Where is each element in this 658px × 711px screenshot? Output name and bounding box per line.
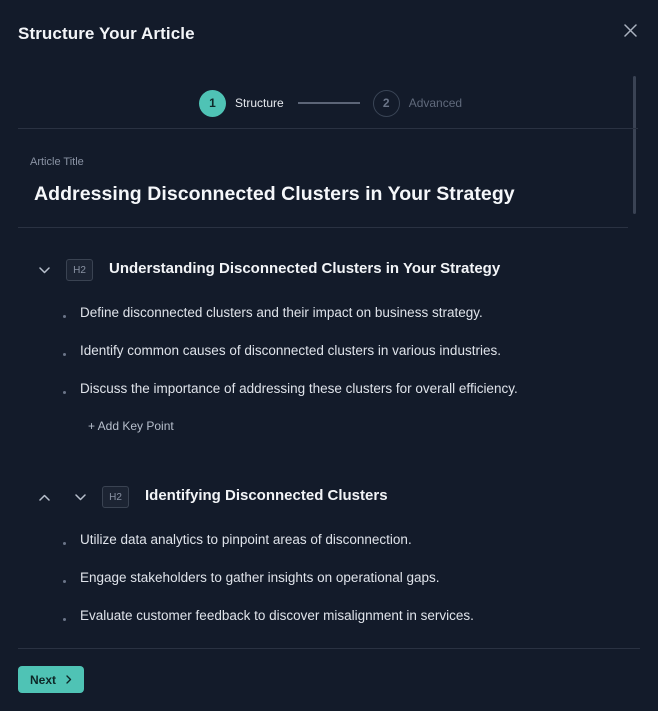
key-point[interactable]: Define disconnected clusters and their i… xyxy=(0,303,620,323)
chevron-down-icon xyxy=(38,266,50,273)
next-button-label: Next xyxy=(29,672,56,687)
section-outline-item: H2 Understanding Disconnected Clusters i… xyxy=(0,256,640,456)
bullet-icon xyxy=(63,315,66,318)
step-2-label[interactable]: Advanced xyxy=(409,96,462,110)
bullet-icon xyxy=(63,618,66,621)
collapse-section-button[interactable] xyxy=(34,260,54,280)
section-outline-item: H2 Identifying Disconnected Clusters Uti… xyxy=(0,483,640,648)
heading-level-badge[interactable]: H2 xyxy=(66,259,93,281)
key-point[interactable]: Discuss the importance of addressing the… xyxy=(0,379,620,399)
key-point-text[interactable]: Identify common causes of disconnected c… xyxy=(80,343,501,358)
key-point[interactable]: Utilize data analytics to pinpoint areas… xyxy=(0,530,620,550)
modal-header: Structure Your Article xyxy=(18,24,195,48)
divider xyxy=(18,227,628,228)
modal-title: Structure Your Article xyxy=(18,24,195,43)
chevron-right-icon xyxy=(66,675,72,684)
key-point-text[interactable]: Evaluate customer feedback to discover m… xyxy=(80,608,474,623)
key-point[interactable]: Identify common causes of disconnected c… xyxy=(0,341,620,361)
key-point[interactable]: Evaluate customer feedback to discover m… xyxy=(0,606,620,626)
collapse-section-button[interactable] xyxy=(70,487,90,507)
close-button[interactable] xyxy=(620,20,640,40)
article-title[interactable]: Addressing Disconnected Clusters in Your… xyxy=(34,183,515,206)
section-title[interactable]: Understanding Disconnected Clusters in Y… xyxy=(109,260,500,277)
heading-level-badge[interactable]: H2 xyxy=(102,486,129,508)
article-title-label: Article Title xyxy=(30,156,84,168)
section-header: H2 Understanding Disconnected Clusters i… xyxy=(0,256,640,284)
key-point-text[interactable]: Discuss the importance of addressing the… xyxy=(80,381,518,396)
bullet-icon xyxy=(63,580,66,583)
add-key-point-button[interactable]: + Add Key Point xyxy=(88,419,174,433)
step-1-label[interactable]: Structure xyxy=(235,96,284,110)
step-1-indicator[interactable]: 1 xyxy=(199,89,226,117)
move-section-up-button[interactable] xyxy=(34,487,54,507)
key-point-text[interactable]: Define disconnected clusters and their i… xyxy=(80,305,483,320)
chevron-down-icon xyxy=(74,493,86,500)
key-point[interactable]: Engage stakeholders to gather insights o… xyxy=(0,568,620,588)
bullet-icon xyxy=(63,542,66,545)
chevron-up-icon xyxy=(38,494,50,501)
section-header: H2 Identifying Disconnected Clusters xyxy=(0,483,640,511)
next-button[interactable]: Next xyxy=(18,666,84,693)
content-scroll-area: 1 Structure 2 Advanced Article Title Add… xyxy=(0,76,640,648)
key-point-text[interactable]: Engage stakeholders to gather insights o… xyxy=(80,570,440,585)
structure-article-modal: Structure Your Article 1 Structure 2 Adv… xyxy=(0,0,658,711)
close-icon xyxy=(623,23,637,37)
divider xyxy=(18,128,638,129)
bullet-icon xyxy=(63,353,66,356)
bullet-icon xyxy=(63,391,66,394)
step-2-indicator[interactable]: 2 xyxy=(372,89,400,117)
key-point-text[interactable]: Utilize data analytics to pinpoint areas… xyxy=(80,532,412,547)
footer-divider xyxy=(18,648,640,649)
section-title[interactable]: Identifying Disconnected Clusters xyxy=(145,487,388,504)
step-connector xyxy=(297,102,360,104)
stepper: 1 Structure 2 Advanced xyxy=(199,89,462,117)
